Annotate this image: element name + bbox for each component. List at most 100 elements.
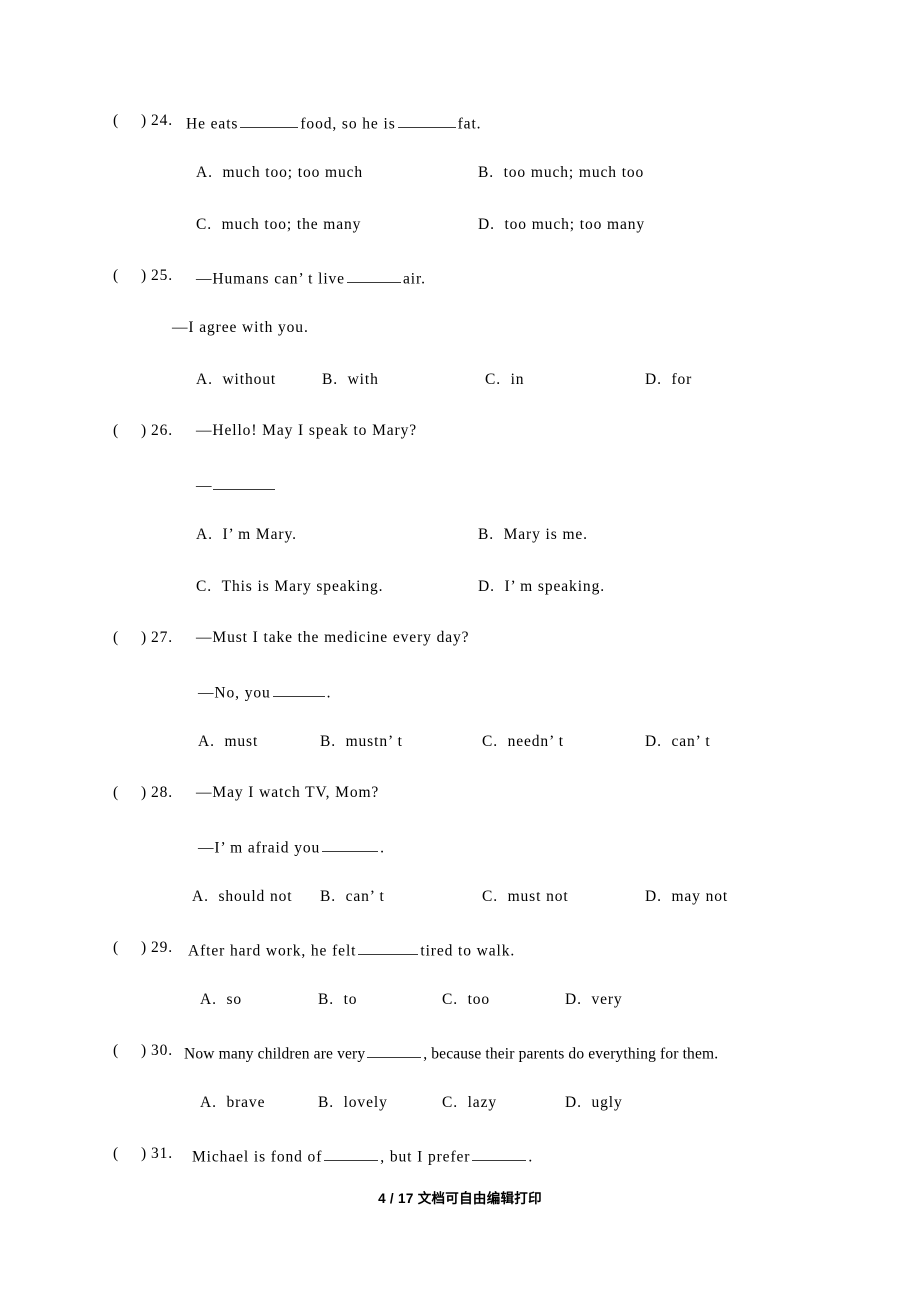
- question-reply-27-part2: .: [326, 684, 332, 702]
- option-29-a[interactable]: A. so: [200, 992, 242, 1008]
- option-text-26-c: This is Mary speaking.: [221, 578, 384, 595]
- question-options-row-25: A. without B. with C. in D. for: [0, 372, 920, 423]
- question-reply-28-part1: —I’ m afraid you: [198, 839, 321, 857]
- answer-blank-28: [322, 837, 379, 853]
- option-text-24-d: too much; too many: [504, 216, 646, 233]
- question-text-25-part1: —Humans can’ t live: [196, 270, 345, 288]
- option-text-27-c: needn’ t: [507, 733, 564, 750]
- question-text-25-part2: air.: [402, 270, 426, 288]
- question-block-29: ( ) 29. After hard work, he felt tired to…: [0, 940, 920, 1043]
- option-24-d[interactable]: D. too much; too many: [478, 217, 645, 233]
- question-text-25: —Humans can’ t live air.: [196, 268, 426, 287]
- option-text-30-b: lovely: [343, 1094, 388, 1111]
- option-24-b[interactable]: B. too much; much too: [478, 165, 644, 181]
- question-reply-26: —: [0, 475, 920, 527]
- option-letter-29-a: A.: [200, 991, 217, 1008]
- option-27-a[interactable]: A. must: [198, 734, 258, 750]
- option-text-29-d: very: [591, 991, 623, 1008]
- option-text-25-b: with: [347, 371, 379, 388]
- option-text-27-a: must: [224, 733, 259, 750]
- option-29-d[interactable]: D. very: [565, 992, 623, 1008]
- option-26-d[interactable]: D. I’ m speaking.: [478, 579, 605, 595]
- option-24-c[interactable]: C. much too; the many: [196, 217, 361, 233]
- question-text-30: Now many children are very , because thei…: [184, 1043, 718, 1062]
- answer-blank-31a: [324, 1146, 379, 1162]
- option-text-30-c: lazy: [467, 1094, 497, 1111]
- option-30-b[interactable]: B. lovely: [318, 1095, 388, 1111]
- option-text-26-b: Mary is me.: [503, 526, 588, 543]
- question-text-24: He eats food, so he is fat.: [186, 113, 481, 132]
- question-text-31: Michael is fond of , but I prefer.: [192, 1146, 533, 1165]
- option-letter-28-b: B.: [320, 888, 337, 905]
- option-letter-26-a: A.: [196, 526, 213, 543]
- option-letter-30-b: B.: [318, 1094, 335, 1111]
- option-30-a[interactable]: A. brave: [200, 1095, 265, 1111]
- question-options-row-29: A. so B. to C. too D. very: [0, 992, 920, 1043]
- option-letter-30-d: D.: [565, 1094, 582, 1111]
- option-text-28-b: can’ t: [345, 888, 385, 905]
- option-letter-26-d: D.: [478, 578, 495, 595]
- option-27-b[interactable]: B. mustn’ t: [320, 734, 403, 750]
- option-29-c[interactable]: C. too: [442, 992, 490, 1008]
- question-text-24-part1: He eats: [186, 115, 239, 133]
- option-29-b[interactable]: B. to: [318, 992, 357, 1008]
- page-footer: 4 / 17 文档可自由编辑打印: [378, 1191, 542, 1206]
- option-28-a[interactable]: A. should not: [192, 889, 292, 905]
- question-stem-26: ( ) 26. —Hello! May I speak to Mary?: [0, 423, 920, 475]
- question-options-row-27: A. must B. mustn’ t C. needn’ t D. can’ …: [0, 734, 920, 785]
- option-text-25-c: in: [510, 371, 525, 388]
- question-text-31-part1: Michael is fond of: [192, 1148, 323, 1166]
- answer-bracket-open-26: (: [113, 422, 120, 439]
- question-options-row-30: A. brave B. lovely C. lazy D. ugly: [0, 1095, 920, 1146]
- option-24-a[interactable]: A. much too; too much: [196, 165, 363, 181]
- question-reply-text-25: —I agree with you.: [172, 319, 309, 336]
- question-text-29: After hard work, he felt tired to walk.: [188, 940, 515, 959]
- option-text-30-d: ugly: [591, 1094, 623, 1111]
- option-25-d[interactable]: D. for: [645, 372, 692, 388]
- option-26-c[interactable]: C. This is Mary speaking.: [196, 579, 383, 595]
- option-28-d[interactable]: D. may not: [645, 889, 728, 905]
- question-block-30: ( ) 30. Now many children are very , beca…: [0, 1043, 920, 1146]
- question-text-30-part1: Now many children are very: [184, 1045, 366, 1063]
- option-27-c[interactable]: C. needn’ t: [482, 734, 564, 750]
- option-letter-29-b: B.: [318, 991, 335, 1008]
- option-letter-25-d: D.: [645, 371, 662, 388]
- answer-blank-29: [358, 940, 419, 956]
- answer-bracket-open-24: (: [113, 112, 120, 129]
- option-letter-28-d: D.: [645, 888, 662, 905]
- option-30-d[interactable]: D. ugly: [565, 1095, 623, 1111]
- option-30-c[interactable]: C. lazy: [442, 1095, 497, 1111]
- question-reply-27: —No, you.: [0, 682, 920, 734]
- option-letter-25-b: B.: [322, 371, 339, 388]
- option-letter-24-d: D.: [478, 216, 495, 233]
- question-reply-dash-blank-26: —: [196, 475, 277, 494]
- option-26-a[interactable]: A. I’ m Mary.: [196, 527, 297, 543]
- option-25-c[interactable]: C. in: [485, 372, 524, 388]
- option-text-25-a: without: [222, 371, 277, 388]
- option-text-29-c: too: [467, 991, 491, 1008]
- answer-bracket-open-27: (: [113, 629, 120, 646]
- option-letter-25-a: A.: [196, 371, 213, 388]
- option-text-27-b: mustn’ t: [345, 733, 403, 750]
- option-27-d[interactable]: D. can’ t: [645, 734, 711, 750]
- question-number-29: 29.: [151, 939, 174, 956]
- question-reply-28: —I’ m afraid you.: [0, 837, 920, 889]
- answer-bracket-open-30: (: [113, 1042, 120, 1059]
- option-letter-24-b: B.: [478, 164, 495, 181]
- option-28-b[interactable]: B. can’ t: [320, 889, 385, 905]
- question-text-28: —May I watch TV, Mom?: [196, 784, 380, 801]
- answer-bracket-close-28: ): [141, 784, 148, 801]
- option-text-24-c: much too; the many: [221, 216, 362, 233]
- answer-bracket-close-26: ): [141, 422, 148, 439]
- answer-blank-30: [367, 1043, 422, 1059]
- option-25-a[interactable]: A. without: [196, 372, 276, 388]
- answer-blank-24a: [240, 113, 299, 129]
- option-28-c[interactable]: C. must not: [482, 889, 569, 905]
- option-26-b[interactable]: B. Mary is me.: [478, 527, 588, 543]
- answer-blank-25: [346, 268, 401, 284]
- option-25-b[interactable]: B. with: [322, 372, 379, 388]
- option-letter-26-b: B.: [478, 526, 495, 543]
- question-text-24-part3: fat.: [457, 115, 482, 133]
- question-block-24: ( ) 24. He eats food, so he is fat. A. muc…: [0, 113, 920, 268]
- question-text-24-part2: food, so he is: [300, 115, 396, 133]
